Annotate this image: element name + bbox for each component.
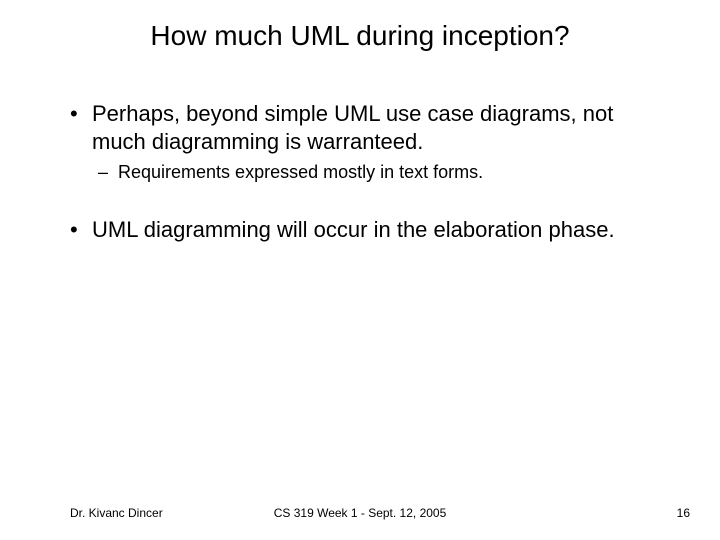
slide-title: How much UML during inception? (0, 20, 720, 52)
footer-course: CS 319 Week 1 - Sept. 12, 2005 (0, 506, 720, 520)
bullet-item-sub: Requirements expressed mostly in text fo… (98, 161, 670, 184)
slide: How much UML during inception? Perhaps, … (0, 0, 720, 540)
slide-body: Perhaps, beyond simple UML use case diag… (70, 100, 670, 249)
bullet-item: UML diagramming will occur in the elabor… (70, 216, 670, 244)
bullet-item: Perhaps, beyond simple UML use case diag… (70, 100, 670, 155)
bullet-text: UML diagramming will occur in the elabor… (92, 217, 615, 242)
footer-page-number: 16 (677, 506, 690, 520)
bullet-text: Requirements expressed mostly in text fo… (118, 162, 483, 182)
bullet-text: Perhaps, beyond simple UML use case diag… (92, 101, 613, 154)
spacer (70, 190, 670, 216)
